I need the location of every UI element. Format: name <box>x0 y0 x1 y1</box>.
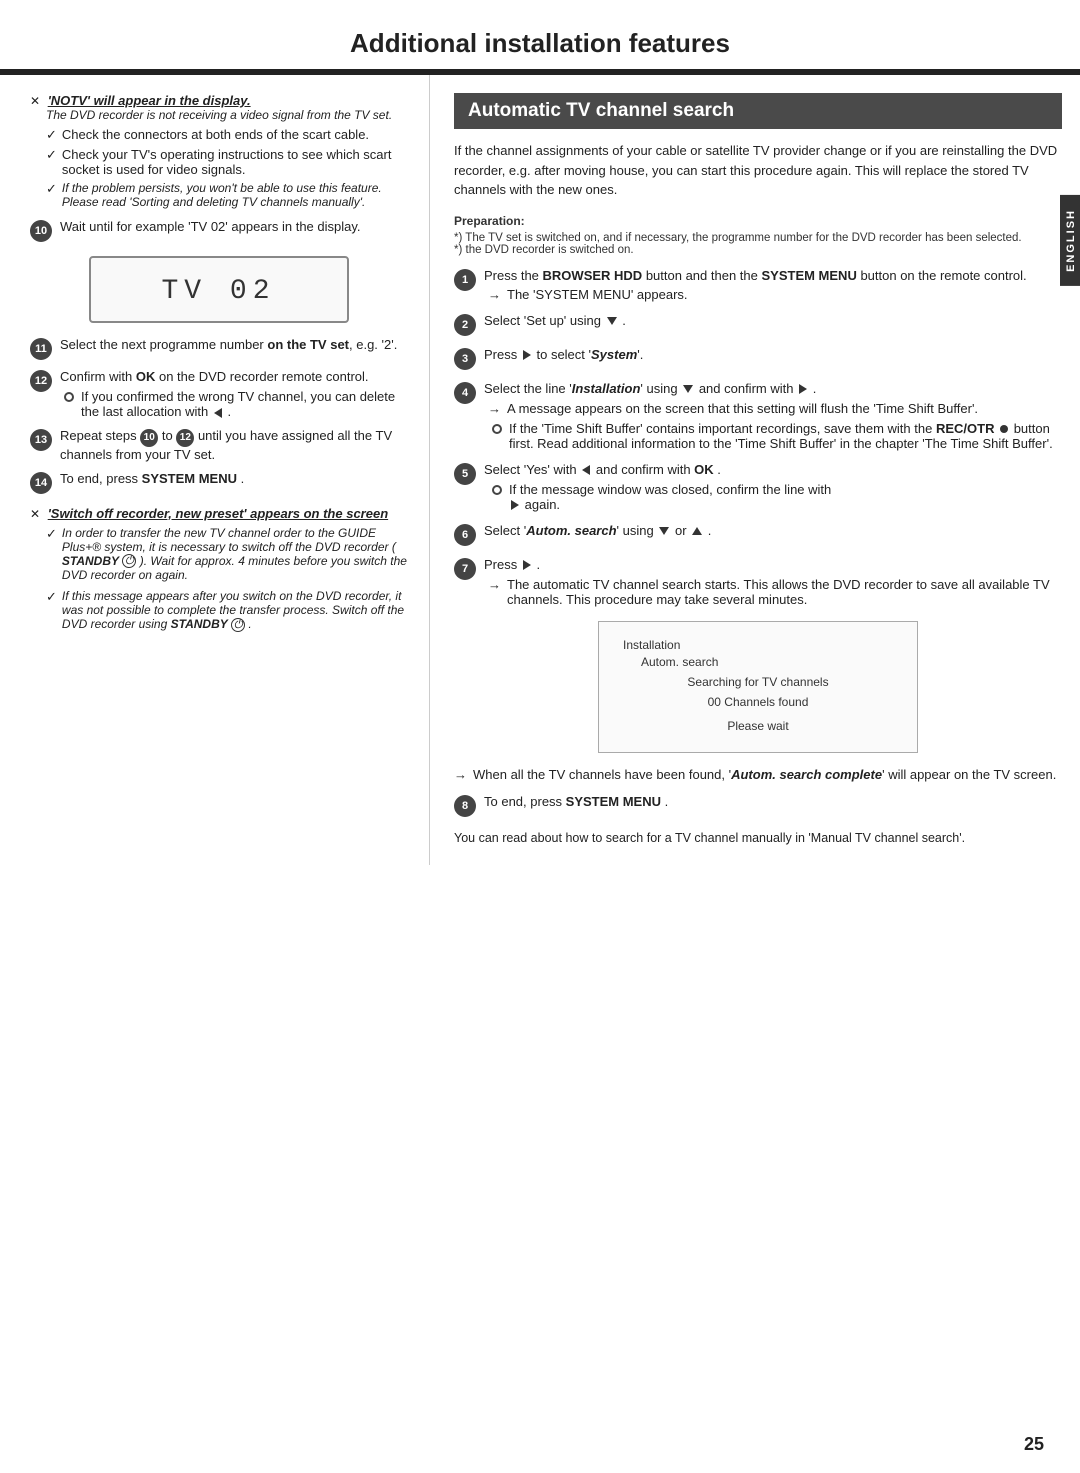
step-12: 12 Confirm with OK on the DVD recorder r… <box>30 369 407 419</box>
tv-display: TV 02 <box>89 256 349 323</box>
page-title: Additional installation features <box>0 0 1080 72</box>
step7-arrow: → The automatic TV channel search starts… <box>484 577 1062 607</box>
step-10: 10 Wait until for example 'TV 02' appear… <box>30 219 407 242</box>
r-step-5: 5 Select 'Yes' with and confirm with OK … <box>454 462 1062 512</box>
step4-arrow: → A message appears on the screen that t… <box>484 401 1062 416</box>
screen-box: Installation Autom. search Searching for… <box>598 621 918 753</box>
step5-sub: If the message window was closed, confir… <box>484 482 1062 512</box>
step-11: 11 Select the next programme number on t… <box>30 337 407 360</box>
left-column: ✕ 'NOTV' will appear in the display. The… <box>0 75 430 865</box>
english-tab: ENGLISH <box>1060 195 1080 286</box>
page-number: 25 <box>1024 1434 1044 1455</box>
step1-arrow: → The 'SYSTEM MENU' appears. <box>484 287 1062 302</box>
warning-checks: ✓ In order to transfer the new TV channe… <box>30 526 407 633</box>
warning-check-2: ✓ If this message appears after you swit… <box>46 589 407 632</box>
step-13: 13 Repeat steps 10 to 12 until you have … <box>30 428 407 462</box>
r-step-8: 8 To end, press SYSTEM MENU . <box>454 794 1062 817</box>
r-step-3: 3 Press to select 'System'. <box>454 347 1062 370</box>
final-arrow: → When all the TV channels have been fou… <box>454 767 1062 782</box>
preparation-block: Preparation: *) The TV set is switched o… <box>454 214 1062 256</box>
warning-check-1: ✓ In order to transfer the new TV channe… <box>46 526 407 583</box>
right-column: ENGLISH Automatic TV channel search If t… <box>430 75 1080 865</box>
r-step-1: 1 Press the BROWSER HDD button and then … <box>454 268 1062 302</box>
note-block: ✕ 'NOTV' will appear in the display. The… <box>30 93 407 209</box>
check-item-2: ✓ Check your TV's operating instructions… <box>46 147 407 177</box>
r-step-6: 6 Select 'Autom. search' using or . <box>454 523 1062 546</box>
r-step-7: 7 Press . → The automatic TV channel sea… <box>454 557 1062 607</box>
check-list: ✓ Check the connectors at both ends of t… <box>30 127 407 209</box>
footer-text: You can read about how to search for a T… <box>454 829 1062 848</box>
intro-text: If the channel assignments of your cable… <box>454 141 1062 200</box>
r-step-4: 4 Select the line 'Installation' using a… <box>454 381 1062 451</box>
section-header: Automatic TV channel search <box>454 93 1062 129</box>
step-14: 14 To end, press SYSTEM MENU . <box>30 471 407 494</box>
check-item-1: ✓ Check the connectors at both ends of t… <box>46 127 407 143</box>
note-header: ✕ 'NOTV' will appear in the display. <box>30 93 407 108</box>
r-step-2: 2 Select 'Set up' using . <box>454 313 1062 336</box>
step4-sub: If the 'Time Shift Buffer' contains impo… <box>484 421 1062 451</box>
step-12-sub: If you confirmed the wrong TV channel, y… <box>60 389 407 419</box>
check-item-3: ✓ If the problem persists, you won't be … <box>46 181 407 209</box>
warning-block: ✕ 'Switch off recorder, new preset' appe… <box>30 506 407 633</box>
